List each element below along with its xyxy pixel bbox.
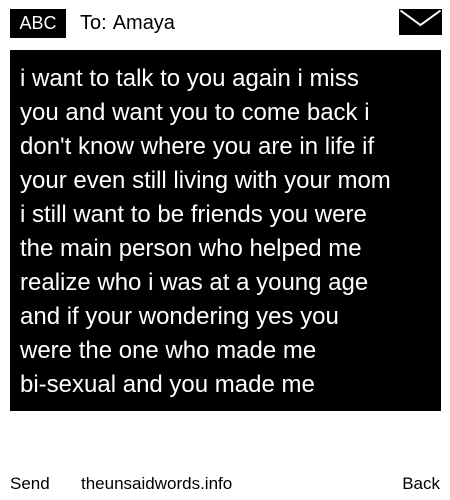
- message-text: i want to talk to you again i miss you a…: [20, 65, 391, 398]
- softkey-bar: Send theunsaidwords.info Back: [0, 470, 450, 498]
- back-button[interactable]: Back: [402, 470, 440, 498]
- message-body[interactable]: i want to talk to you again i miss you a…: [10, 50, 441, 411]
- site-link[interactable]: theunsaidwords.info: [81, 470, 232, 498]
- recipient-field[interactable]: To: Amaya: [80, 9, 175, 38]
- input-mode-badge[interactable]: ABC: [10, 9, 66, 38]
- message-header: ABC To: Amaya: [0, 0, 450, 44]
- recipient-label: To:: [80, 12, 107, 34]
- envelope-icon[interactable]: [399, 9, 442, 35]
- recipient-name: Amaya: [112, 12, 175, 34]
- send-button[interactable]: Send: [10, 470, 50, 498]
